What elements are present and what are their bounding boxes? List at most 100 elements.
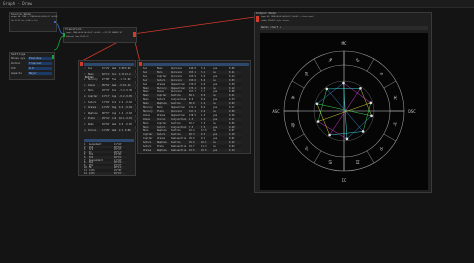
table-cell: 1.5 [201, 113, 206, 117]
table-row[interactable]: ♆ Neptune 00°57' Cap 1.2 -0.02 [84, 111, 137, 115]
table-cell: Saturn [157, 125, 166, 129]
table-cell: 69.1 [189, 94, 195, 98]
planet-marker[interactable] [361, 130, 365, 133]
table-row[interactable]: ♄ Saturn 11°02' Sco 2.4 -0.04 [84, 100, 137, 104]
source-node[interactable]: Source Node output 04: 1984 -> 1984-06-0… [9, 12, 58, 32]
table-cell: 1.22 [125, 83, 131, 87]
table-row[interactable]: ♀ Venus 09°52' Gem -0.8 1.22 [84, 83, 137, 87]
table-row[interactable]: Mars Saturn Conjunction 7.5 7.5 yes 0.40 [143, 125, 241, 129]
planet-marker[interactable] [342, 81, 345, 85]
table-cell: Venus [88, 83, 95, 87]
table-cell: -0.8 [119, 83, 125, 87]
planet-marker[interactable] [359, 87, 362, 90]
table-row[interactable]: Mars Jupiter Sextile 52.7 7.3 no 0.05 [143, 121, 241, 125]
table-cell: 8.9 [189, 98, 194, 102]
orb-input[interactable]: 8.0 [28, 67, 52, 70]
table-row[interactable]: ♃ Jupiter 11°17' Cap -0.2 -0.05 [84, 95, 137, 98]
bodies-node[interactable]: Bodies ☉Sun15°24'Gem0.000.96☽Moon02°11'S… [78, 60, 137, 176]
sign-glyph: ♓ [393, 94, 397, 101]
output-port[interactable] [54, 21, 56, 23]
table-cell: Gem [112, 123, 117, 126]
table-cell: Uranus [88, 106, 97, 110]
table-cell: Tau [112, 78, 117, 82]
input-port[interactable] [63, 33, 65, 37]
table-row[interactable]: Uranus Neptune Semisextile 19.5 10.5 yes 0.19 [143, 148, 241, 152]
table-row[interactable]: Venus Chiron Conjunction 1.5 1.5 yes 0.11 [143, 117, 241, 121]
table-cell: 12 [84, 171, 87, 175]
chart-toolbar[interactable]: Natal chart ▾ [260, 26, 428, 30]
table-row[interactable]: Sun Uranus Opposition 176.0 4.0 yes 0.50 [143, 82, 241, 86]
planet-marker[interactable] [369, 101, 373, 105]
table-row[interactable]: Saturn Pluto Semisextile 18.7 11.3 no 0.04 [143, 145, 241, 148]
chart-style-dropdown[interactable]: Natal chart ▾ [261, 26, 281, 29]
input-port[interactable] [139, 62, 142, 66]
table-cell: 00°57' [102, 111, 111, 115]
table-row[interactable]: Saturn Neptune Sextile 49.9 10.1 no 0.22 [143, 141, 241, 145]
table-row[interactable]: Sun Jupiter Quincunx 155.9 5.9 yes 0.14 [143, 74, 241, 78]
table-row[interactable]: ⚷ Chiron 11°20' Gem 2.1 0.06 [84, 128, 137, 132]
sign-divider [313, 150, 322, 164]
planet-marker[interactable] [370, 114, 373, 118]
table-row[interactable]: Moon Mercury Opposition 175.1 4.9 no 0.12 [143, 86, 241, 90]
house-system-select[interactable]: Placidus [28, 57, 52, 60]
planet-marker[interactable] [328, 133, 331, 137]
table-cell: Venus [143, 117, 150, 121]
table-row[interactable]: Moon Neptune Sextile 58.8 1.2 no 0.02 [143, 102, 241, 106]
table-row[interactable]: ☽ Moon 02°11' Sco 4.71 13.2 [84, 72, 137, 76]
table-cell: Sextile [171, 141, 181, 145]
table-row[interactable]: Moon Venus Quincunx 157.7 7.7 yes 0.08 [143, 90, 241, 94]
table-cell: -0.04 [125, 100, 132, 104]
aspects-select[interactable]: Major [28, 72, 52, 75]
table-row[interactable]: ♅ Uranus 11°25' Sag 0.2 -0.04 [84, 106, 137, 110]
planet-marker[interactable] [316, 120, 320, 123]
table-cell: Sun [143, 78, 148, 82]
output-node[interactable]: Output Node input 05: 1984-06-06 04:05:0… [254, 11, 432, 193]
table-cell: 60.3 [189, 133, 195, 137]
table-row[interactable]: Moon Saturn Conjunction 8.9 8.9 yes 0.33 [143, 98, 241, 102]
table-row[interactable]: Sun Mars Quincunx 153.1 3.1 no 0.21 [143, 70, 241, 74]
table-cell: Mercury [143, 109, 153, 113]
planet-marker[interactable] [325, 87, 329, 91]
table-row[interactable]: Moon Jupiter Sextile 69.1 0.9 no 0.41 [143, 94, 241, 98]
settings-node[interactable]: Settings House sys Placidus Zodiac Tropi… [9, 52, 55, 80]
table-cell: Sco [112, 72, 117, 76]
table-row[interactable]: ♇ Pluto 29°41' Lib 16.1 -0.01 [84, 117, 137, 121]
table-cell: Neptune [157, 148, 167, 152]
table-cell: -0.05 [125, 95, 132, 98]
table-cell: -0.01 [125, 117, 132, 121]
table-row[interactable]: Mars Neptune Sextile 42.4 17.6 no 0.07 [143, 129, 241, 133]
planet-marker[interactable] [315, 102, 319, 106]
table-cell: Moon [157, 67, 163, 70]
table-row[interactable]: Sun Saturn Quincunx 155.6 5.6 no 0.03 [143, 78, 241, 82]
table-row[interactable]: Venus Uranus Opposition 178.5 1.5 yes 0.26 [143, 113, 241, 117]
table-cell: 0.02 [229, 102, 235, 106]
output-port[interactable] [52, 55, 54, 59]
table-cell: -0.2 [119, 95, 125, 98]
table-cell: Jupiter [157, 121, 167, 125]
table-row[interactable]: ♂ Mars 18°33' Sco -3.4 -0.30 [84, 89, 137, 93]
input-port[interactable] [256, 16, 259, 22]
angle-label: MC [342, 41, 347, 46]
transform-node[interactable]: Transform input: 1984-06-06 04:05:07 (+0… [63, 27, 137, 43]
table-row[interactable]: Mercury Pluto Quincunx 147.4 2.6 no 0.09 [143, 109, 241, 113]
table-row[interactable]: ☊ Node 04°02' Gem 0.0 -0.05 [84, 123, 137, 126]
table-cell: Pluto [88, 117, 95, 121]
sign-divider [383, 133, 397, 142]
table-cell: yes [213, 133, 218, 137]
aspects-node[interactable]: Aspects SunMoonQuincunx146.83.2yes0.00Su… [137, 60, 251, 154]
table-row[interactable]: Jupiter Uranus Semisextile 29.9 0.1 yes 0.01 [143, 137, 241, 141]
table-row[interactable]: Mercury Mars Opposition 171.4 8.6 yes 0.17 [143, 106, 241, 109]
table-cell: Mars [143, 121, 149, 125]
table-cell: Opposition [171, 113, 185, 117]
table-row[interactable]: Sun Moon Quincunx 146.8 3.2 yes 0.00 [143, 67, 241, 70]
table-row[interactable]: ☉ Sun 15°24' Gem 0.00 0.96 [84, 67, 137, 70]
output-port[interactable] [133, 32, 136, 37]
table-row[interactable]: Jupiter Saturn Sextile 60.3 0.3 yes 0.18 [143, 133, 241, 137]
planet-marker[interactable] [345, 137, 349, 141]
table-cell: 8.6 [201, 106, 206, 109]
input-port[interactable] [80, 62, 83, 66]
table-row[interactable]: 12 12th 02°15' [84, 171, 126, 175]
zodiac-select[interactable]: Tropical [28, 62, 52, 65]
table-row[interactable]: ☿ Mercury 27°08' Tau -1.3 1.02 [84, 78, 137, 82]
chart-wheel[interactable]: ♈ ♉ ♊ ♋ ♌ ♍ ♎ ♏ ♐ ♑ ♒ ♓ MC IC ASC DSC [260, 33, 428, 190]
